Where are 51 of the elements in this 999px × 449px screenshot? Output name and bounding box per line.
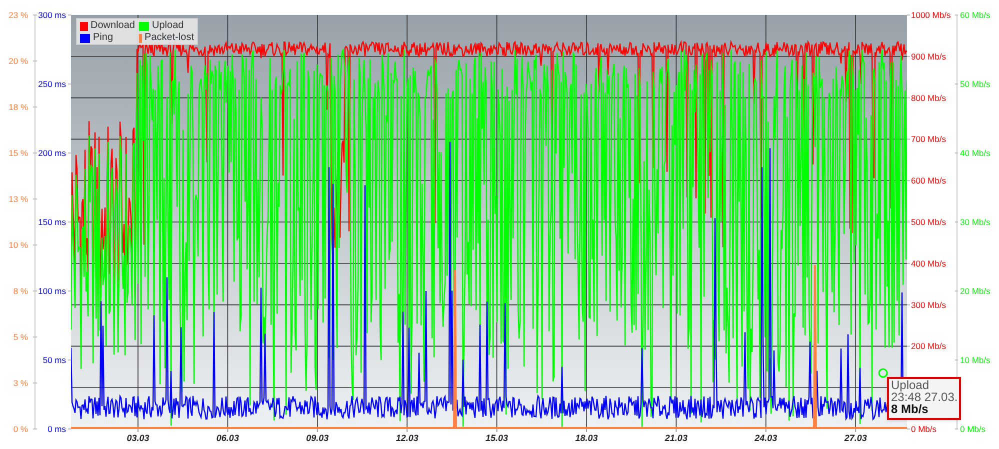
- y-axis-label: 15 %: [8, 148, 28, 158]
- y-axis-label: 10 Mb/s: [960, 355, 990, 365]
- x-axis-label: 12.03: [396, 433, 418, 443]
- y-axis-label: 100 ms: [38, 286, 66, 296]
- y-axis-label: 250 ms: [38, 79, 66, 89]
- y-axis-label: 1000 Mb/s: [911, 10, 951, 20]
- legend-label: Packet-lost: [144, 32, 194, 44]
- y-axis-label: 0 Mb/s: [960, 424, 986, 434]
- y-axis-label: 23 %: [8, 10, 28, 20]
- x-axis-label: 21.03: [664, 433, 688, 443]
- legend-label: Upload: [152, 20, 184, 32]
- y-axis-label: 40 Mb/s: [960, 148, 990, 158]
- x-axis-label: 15.03: [486, 433, 508, 443]
- tooltip-title: Upload: [891, 379, 930, 391]
- y-axis-label: 800 Mb/s: [911, 92, 946, 103]
- y-axis-label: 300 Mb/s: [911, 300, 946, 310]
- x-axis-label: 27.03: [844, 433, 867, 443]
- x-axis-label: 03.03: [126, 433, 150, 443]
- y-axis-label: 60 Mb/s: [960, 10, 990, 20]
- legend-label: Ping: [93, 32, 114, 44]
- y-axis-label: 0 %: [13, 424, 28, 434]
- hover-marker: [878, 368, 888, 378]
- x-axis-label: 09.03: [306, 433, 329, 443]
- tooltip-value: 8 Mb/s: [891, 403, 930, 415]
- y-axis-label: 20 Mb/s: [960, 286, 990, 296]
- y-axis-label: 8 %: [13, 286, 28, 296]
- y-axis-label: 13 %: [8, 194, 28, 204]
- y-axis-label: 0 Mb/s: [911, 424, 937, 434]
- y-axis-label: 400 Mb/s: [911, 258, 946, 268]
- y-axis-label: 20 %: [8, 56, 28, 66]
- y-axis-label: 500 Mb/s: [911, 217, 946, 227]
- x-axis-label: 24.03: [754, 433, 778, 443]
- y-axis-label: 900 Mb/s: [911, 51, 946, 62]
- y-axis-label: 200 ms: [38, 148, 66, 158]
- x-axis-label: 06.03: [216, 433, 239, 443]
- y-axis-label: 200 Mb/s: [911, 341, 946, 352]
- y-axis-label: 700 Mb/s: [911, 134, 946, 144]
- tooltip-time: 23:48 27.03.: [891, 391, 957, 403]
- y-axis-label: 50 Mb/s: [960, 79, 990, 89]
- legend-label: Download: [90, 20, 135, 32]
- y-axis-label: 10 %: [8, 240, 28, 250]
- y-axis-label: 50 ms: [42, 355, 66, 365]
- y-axis-label: 600 Mb/s: [911, 176, 946, 186]
- y-axis-label: 150 ms: [38, 217, 66, 227]
- x-axis-label: 18.03: [575, 433, 598, 443]
- y-axis-label: 30 Mb/s: [960, 217, 990, 227]
- y-axis-label: 5 %: [13, 332, 28, 342]
- y-axis-label: 300 ms: [38, 10, 66, 20]
- y-axis-label: 3 %: [13, 378, 28, 388]
- y-axis-label: 18 %: [8, 102, 28, 112]
- y-axis-label: 0 ms: [48, 424, 66, 434]
